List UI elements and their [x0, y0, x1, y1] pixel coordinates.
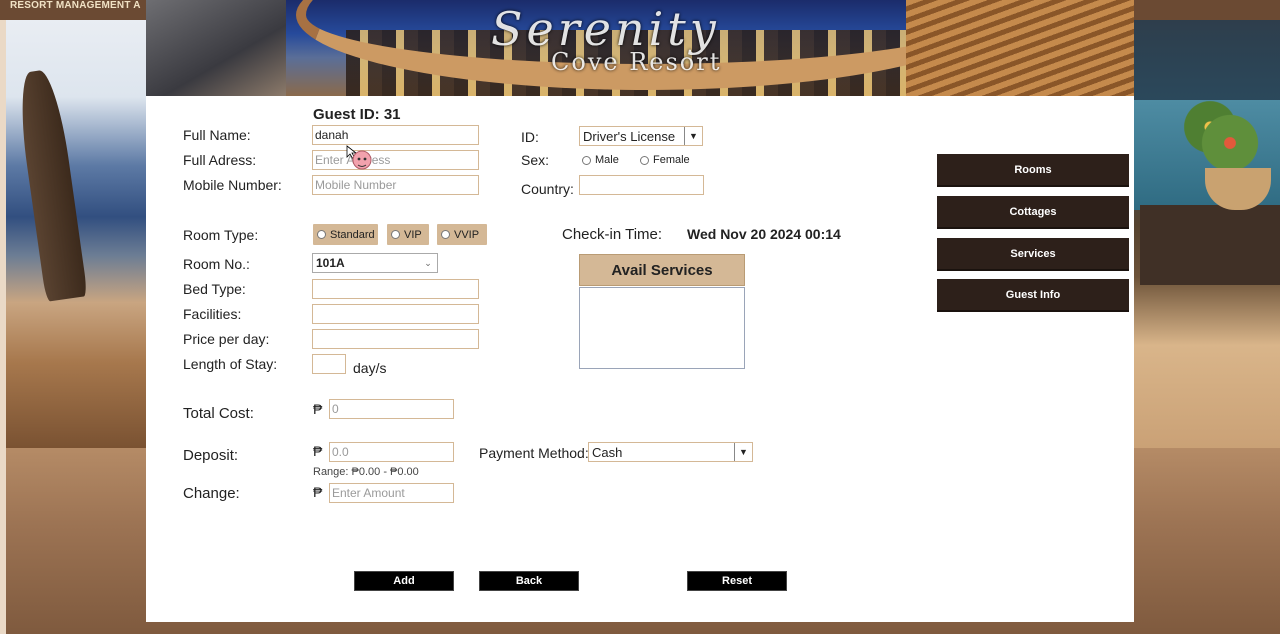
full-name-input[interactable] — [312, 125, 479, 145]
chevron-down-icon: ▼ — [684, 127, 702, 145]
mobile-label: Mobile Number: — [183, 177, 282, 193]
room-type-standard-label: Standard — [330, 228, 375, 241]
checkin-label: Check-in Time: — [562, 226, 663, 243]
banner-left-shade — [146, 0, 286, 96]
add-button[interactable]: Add — [354, 571, 454, 591]
room-type-vvip-label: VVIP — [454, 228, 480, 241]
id-type-select[interactable]: Driver's License ▼ — [579, 126, 703, 146]
price-input[interactable] — [312, 329, 479, 349]
mouse-cursor-icon — [346, 145, 372, 170]
full-address-label: Full Adress: — [183, 152, 257, 168]
payment-method-select[interactable]: Cash ▼ — [588, 442, 753, 462]
sex-label: Sex: — [521, 152, 550, 168]
id-label: ID: — [521, 129, 539, 145]
nav-cottages-button[interactable]: Cottages — [937, 196, 1129, 229]
peso-icon: ₱ — [313, 443, 323, 459]
full-name-label: Full Name: — [183, 127, 251, 143]
nav-services-button[interactable]: Services — [937, 238, 1129, 271]
payment-method-label: Payment Method: — [479, 445, 589, 461]
payment-method-value: Cash — [592, 444, 623, 460]
avail-services-list[interactable] — [579, 287, 745, 369]
id-type-value: Driver's License — [583, 128, 676, 144]
total-cost-input[interactable] — [329, 399, 454, 419]
nav-rooms-button[interactable]: Rooms — [937, 154, 1129, 187]
room-type-label: Room Type: — [183, 227, 259, 243]
banner-wood-ceiling — [906, 0, 1134, 96]
length-of-stay-label: Length of Stay: — [183, 356, 278, 372]
table-silhouette — [1140, 205, 1280, 285]
checkin-value: Wed Nov 20 2024 00:14 — [687, 226, 841, 242]
length-unit: day/s — [353, 360, 387, 376]
peso-icon: ₱ — [313, 401, 323, 417]
radio-icon — [640, 155, 649, 165]
radio-icon — [582, 155, 591, 165]
length-of-stay-input[interactable] — [312, 354, 346, 374]
price-label: Price per day: — [183, 331, 270, 347]
sex-female-radio[interactable]: Female — [640, 154, 690, 166]
flower-plant — [1180, 95, 1280, 175]
change-input[interactable] — [329, 483, 454, 503]
room-type-vvip[interactable]: VVIP — [437, 224, 487, 245]
change-label: Change: — [183, 485, 240, 502]
chevron-down-icon: ▼ — [734, 443, 752, 461]
mobile-input[interactable] — [312, 175, 479, 195]
room-type-vip-label: VIP — [404, 228, 422, 241]
top-bar-title: RESORT MANAGEMENT A — [10, 0, 141, 11]
resort-logo-subtitle: Cove Resort — [551, 48, 722, 76]
back-button[interactable]: Back — [479, 571, 579, 591]
radio-icon — [317, 230, 326, 239]
resort-banner: Serenity Cove Resort — [146, 0, 1134, 96]
sex-male-radio[interactable]: Male — [582, 154, 619, 166]
radio-icon — [441, 230, 450, 239]
radio-icon — [391, 230, 400, 239]
bed-type-label: Bed Type: — [183, 281, 246, 297]
avail-services-header: Avail Services — [579, 254, 745, 286]
facilities-input[interactable] — [312, 304, 479, 324]
nav-guest-info-button[interactable]: Guest Info — [937, 279, 1129, 312]
room-no-select[interactable]: 101A ⌄ — [312, 253, 438, 273]
room-type-standard[interactable]: Standard — [313, 224, 378, 245]
country-label: Country: — [521, 181, 574, 197]
reset-button[interactable]: Reset — [687, 571, 787, 591]
bed-type-input[interactable] — [312, 279, 479, 299]
deposit-range: Range: ₱0.00 - ₱0.00 — [313, 466, 419, 478]
total-cost-label: Total Cost: — [183, 405, 254, 422]
chevron-down-icon: ⌄ — [424, 257, 432, 268]
room-no-label: Room No.: — [183, 256, 250, 272]
deposit-input[interactable] — [329, 442, 454, 462]
room-type-vip[interactable]: VIP — [387, 224, 429, 245]
sex-male-label: Male — [595, 154, 619, 166]
sex-female-label: Female — [653, 154, 690, 166]
country-input[interactable] — [579, 175, 704, 195]
room-no-value: 101A — [316, 256, 345, 270]
guest-id: Guest ID: 31 — [313, 106, 401, 123]
peso-icon: ₱ — [313, 484, 323, 500]
deposit-label: Deposit: — [183, 447, 239, 464]
facilities-label: Facilities: — [183, 306, 242, 322]
full-address-input[interactable] — [312, 150, 479, 170]
